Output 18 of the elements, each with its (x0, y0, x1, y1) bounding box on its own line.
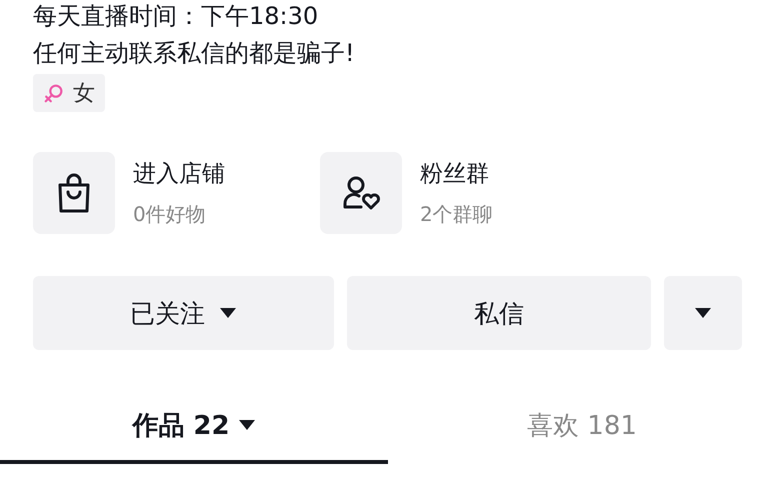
icon-tile[interactable] (33, 152, 115, 234)
follow-button[interactable]: 已关注 (33, 276, 334, 350)
entry-title[interactable]: 进入店铺 (133, 158, 225, 189)
entry-title[interactable]: 粉丝群 (420, 158, 493, 189)
tab[interactable]: 作品 22 (0, 390, 388, 464)
bio-text: 任何主动联系私信的都是骗子! (33, 38, 355, 69)
person-heart-icon (341, 175, 381, 211)
entry-subtitle: 0件好物 (133, 201, 207, 228)
bag-icon (56, 173, 92, 213)
female-icon (43, 82, 65, 104)
icon-tile[interactable] (320, 152, 402, 234)
caret-icon (219, 307, 237, 319)
tab[interactable]: 喜欢 181 (388, 390, 776, 464)
gender-tag: 女 (33, 74, 105, 112)
bio-text: 每天直播时间：下午18:30 (33, 1, 318, 32)
entry-subtitle: 2个群聊 (420, 201, 493, 228)
message-button[interactable]: 私信 (347, 276, 651, 350)
caret-icon (694, 307, 712, 319)
